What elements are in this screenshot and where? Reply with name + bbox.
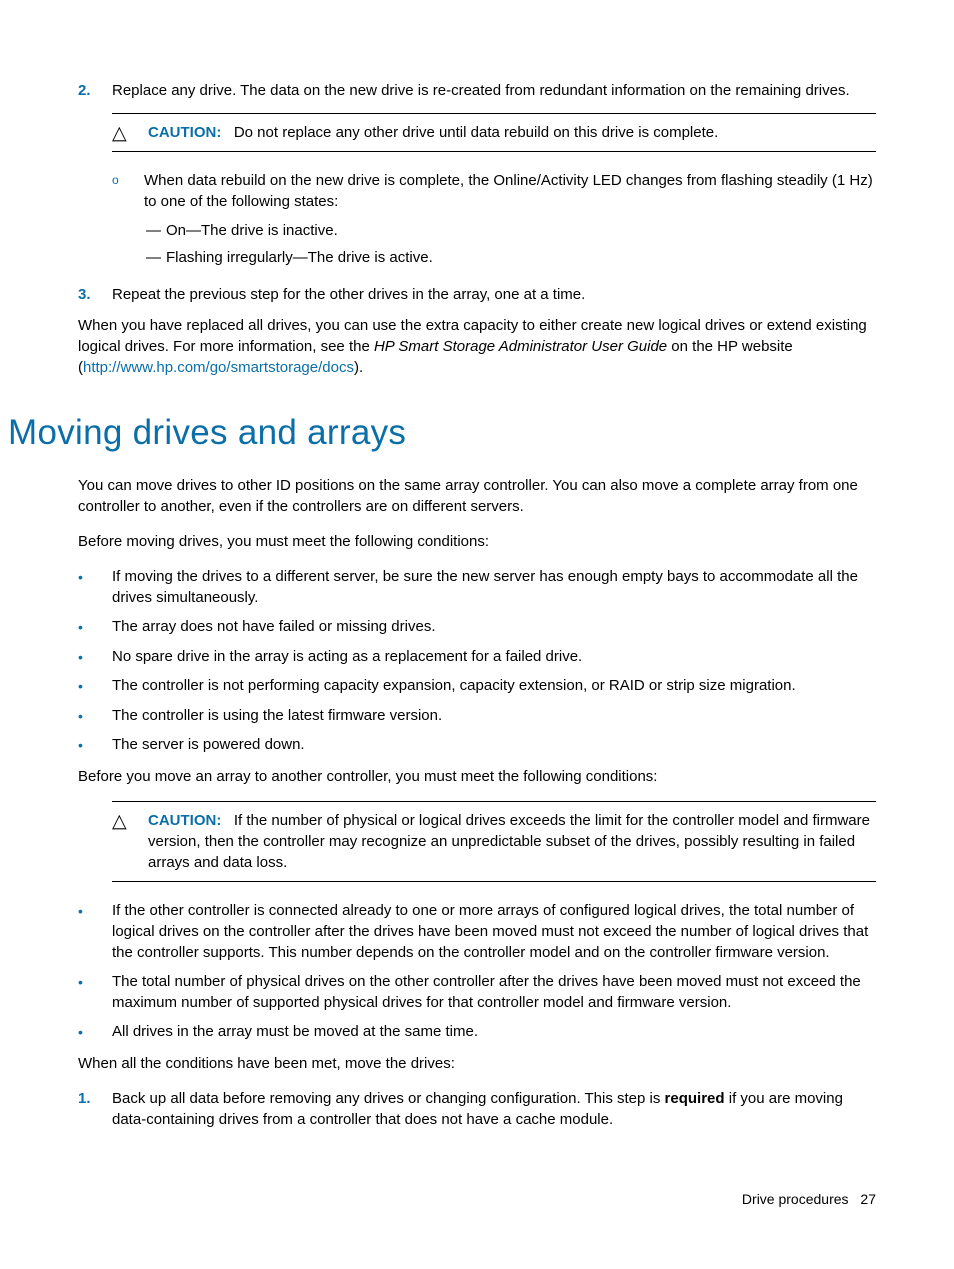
bullet-marker: • <box>78 675 112 697</box>
footer-section: Drive procedures <box>742 1191 849 1207</box>
caution-icon: △ <box>112 812 132 831</box>
dash-text: Flashing irregularly—The drive is active… <box>166 247 433 268</box>
paragraph: You can move drives to other ID position… <box>78 475 876 517</box>
bullet-item: • The server is powered down. <box>78 734 876 756</box>
bullet-marker: • <box>78 971 112 1013</box>
ordered-step-1-move: 1. Back up all data before removing any … <box>78 1088 876 1130</box>
dash-marker: — <box>146 220 166 241</box>
step-body: Replace any drive. The data on the new d… <box>112 80 876 274</box>
page: 2. Replace any drive. The data on the ne… <box>0 0 954 1269</box>
bullet-marker: • <box>78 705 112 727</box>
bullet-marker: • <box>78 900 112 963</box>
bullet-text: The array does not have failed or missin… <box>112 616 876 638</box>
bullet-text: If moving the drives to a different serv… <box>112 566 876 608</box>
bullet-text: The controller is not performing capacit… <box>112 675 876 697</box>
bullet-item: • The array does not have failed or miss… <box>78 616 876 638</box>
bullet-text: The total number of physical drives on t… <box>112 971 876 1013</box>
sub-bullet-text: When data rebuild on the new drive is co… <box>144 170 876 212</box>
bullet-item: • No spare drive in the array is acting … <box>78 646 876 668</box>
paragraph: Before you move an array to another cont… <box>78 766 876 787</box>
bullet-item: • The total number of physical drives on… <box>78 971 876 1013</box>
section-heading: Moving drives and arrays <box>8 408 876 457</box>
dash-item: — On—The drive is inactive. <box>146 220 876 241</box>
dash-item: — Flashing irregularly—The drive is acti… <box>146 247 876 268</box>
text: ). <box>354 359 363 376</box>
bullet-text: All drives in the array must be moved at… <box>112 1021 876 1043</box>
text: Back up all data before removing any dri… <box>112 1090 665 1107</box>
bullet-text: The controller is using the latest firmw… <box>112 705 876 727</box>
footer-page-number: 27 <box>860 1191 876 1207</box>
bullet-item: • If moving the drives to a different se… <box>78 566 876 608</box>
step-number: 2. <box>78 80 112 274</box>
bullet-text: No spare drive in the array is acting as… <box>112 646 876 668</box>
bullet-item: • If the other controller is connected a… <box>78 900 876 963</box>
step-text: Replace any drive. The data on the new d… <box>112 82 850 99</box>
circle-marker: o <box>112 170 144 212</box>
sub-bullet: o When data rebuild on the new drive is … <box>112 170 876 212</box>
doc-title-italic: HP Smart Storage Administrator User Guid… <box>374 338 667 355</box>
paragraph: When all the conditions have been met, m… <box>78 1053 876 1074</box>
bullet-item: • The controller is not performing capac… <box>78 675 876 697</box>
caution-label: CAUTION: <box>148 812 221 829</box>
caution-text: CAUTION: Do not replace any other drive … <box>148 122 876 143</box>
caution-label: CAUTION: <box>148 124 221 141</box>
dash-marker: — <box>146 247 166 268</box>
bullet-marker: • <box>78 734 112 756</box>
bold-required: required <box>665 1090 725 1107</box>
bullet-text: The server is powered down. <box>112 734 876 756</box>
caution-text: CAUTION: If the number of physical or lo… <box>148 810 876 873</box>
paragraph: Before moving drives, you must meet the … <box>78 531 876 552</box>
step-number: 3. <box>78 284 112 305</box>
paragraph: When you have replaced all drives, you c… <box>78 315 876 378</box>
bullet-item: • The controller is using the latest fir… <box>78 705 876 727</box>
bullet-marker: • <box>78 1021 112 1043</box>
bullet-text: If the other controller is connected alr… <box>112 900 876 963</box>
page-footer: Drive procedures 27 <box>78 1190 876 1210</box>
caution-body: Do not replace any other drive until dat… <box>234 124 718 141</box>
step-text: Repeat the previous step for the other d… <box>112 284 876 305</box>
dash-text: On—The drive is inactive. <box>166 220 338 241</box>
bullet-item: • All drives in the array must be moved … <box>78 1021 876 1043</box>
bullet-marker: • <box>78 646 112 668</box>
bullet-marker: • <box>78 566 112 608</box>
caution-box-2: △ CAUTION: If the number of physical or … <box>112 801 876 882</box>
step-number: 1. <box>78 1088 112 1130</box>
caution-body: If the number of physical or logical dri… <box>148 812 870 871</box>
caution-box-1: △ CAUTION: Do not replace any other driv… <box>112 113 876 152</box>
ordered-step-2: 2. Replace any drive. The data on the ne… <box>78 80 876 274</box>
hp-docs-link[interactable]: http://www.hp.com/go/smartstorage/docs <box>83 359 354 376</box>
bullet-marker: • <box>78 616 112 638</box>
ordered-step-3: 3. Repeat the previous step for the othe… <box>78 284 876 305</box>
caution-icon: △ <box>112 124 132 143</box>
step-body: Back up all data before removing any dri… <box>112 1088 876 1130</box>
